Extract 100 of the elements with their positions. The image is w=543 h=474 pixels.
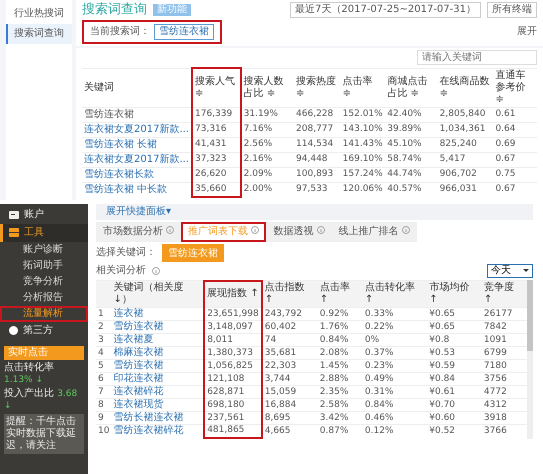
table-cell: 31.19% [240,107,294,122]
table-cell: ¥0.65 [427,320,482,334]
nav-item[interactable]: 账户 [0,206,88,224]
table-cell: 120.06% [340,182,386,196]
keyword-cell[interactable]: 连衣裙现货 [111,398,204,412]
nav-label: 账户 [24,208,44,220]
table-cell: 4,665 [262,424,318,438]
realtime-header: 实时点击 [4,346,84,360]
column-header[interactable]: 竞争度 ↑ [482,280,528,308]
table-cell: 0.49% [362,372,428,386]
table-cell: 41,431 [192,137,241,152]
column-header[interactable]: 商城点击占比 ≑ [385,68,438,107]
column-header[interactable]: 在线商品数 ≑ [438,68,494,107]
table-cell: 141.43% [340,137,386,152]
column-header[interactable]: 点击指数 ↑ [262,280,318,308]
column-header[interactable]: 搜索人气 ≑ [192,68,241,107]
keyword-cell: 雪纺连衣裙 [82,107,192,122]
table-cell: 121,108 [204,372,262,386]
table-cell: 97,533 [294,182,341,196]
table-cell: 176,339 [192,107,241,122]
search-field[interactable]: 请输入关键词 [417,50,537,65]
table-cell: 40.57% [385,182,438,196]
table-cell: 825,240 [438,137,494,152]
table-cell: 2.56% [240,137,294,152]
keyword-cell[interactable]: 印花连衣裙 [111,372,204,386]
table-cell: 2,805,840 [438,107,494,122]
keyword-cell[interactable]: 棉麻连衣裙 [111,346,204,360]
column-header[interactable]: 点击率 ≑ [340,68,386,107]
table-cell: 2.35% [318,386,363,398]
info-icon[interactable] [152,266,160,274]
info-icon[interactable] [251,226,260,234]
nav-item[interactable]: 拓词助手 [0,258,88,274]
table-cell: 1,056,825 [204,360,262,372]
table-cell: 0.87% [318,424,363,438]
period-select[interactable]: 今天 [487,264,533,278]
nav-item[interactable]: 分析报告 [0,290,88,306]
table-cell: 0.92% [318,308,363,320]
keyword-cell[interactable]: 连衣裙 [111,308,204,320]
table-cell: 1.76% [318,320,363,334]
table-cell: 15,059 [262,386,318,398]
column-header[interactable]: 直通车参考价 ≑ [493,68,537,107]
nav-label: 第三方 [23,324,53,336]
sidebar-item[interactable]: 搜索词查询 [6,24,72,44]
keyword-cell[interactable]: 雪纺连衣裙 [111,320,204,334]
table-cell: 0.37% [362,346,428,360]
nav-item[interactable]: 账户诊断 [0,242,88,258]
nav-item[interactable]: 流量解析 [0,306,88,322]
keyword-cell[interactable]: 雪纺连衣裙 中长款 [82,182,192,196]
keyword-cell[interactable]: 雪纺连衣裙 长裙 [82,137,192,152]
info-icon[interactable] [402,226,410,234]
keyword-cell[interactable]: 连衣裙碎花 [111,386,204,398]
keyword-cell[interactable]: 雪纺连衣裙 [111,360,204,372]
tab[interactable]: 数据透视 [266,222,332,242]
column-header[interactable]: 市场均价 ↑ [427,280,482,308]
quick-panel-link[interactable]: 展开快捷面板▾ [96,204,533,220]
column-header[interactable]: 搜索人数占比 ≑ [240,68,294,107]
table-cell: 0.75 [493,167,537,182]
table-cell: ¥0.70 [427,398,482,412]
table-cell: 22,303 [262,360,318,372]
nav-label: 工具 [24,226,44,238]
info-icon[interactable] [166,226,174,234]
term-tag[interactable]: 雪纺连衣裙 [154,24,214,40]
nav-item[interactable]: 竞争分析 [0,274,88,290]
table-cell: 2.09% [240,167,294,182]
column-header[interactable]: 搜索热度 ≑ [294,68,341,107]
nav-item[interactable]: 工具 [0,224,88,242]
table-cell: 5,417 [438,152,494,167]
rank-cell: 6 [96,372,112,386]
keyword-cell[interactable]: 连衣裙女夏2017新款... [82,152,192,167]
table-cell: 143.10% [340,122,386,137]
terminal-select[interactable]: 所有终端 [487,2,537,18]
nav-item[interactable]: 第三方 [0,322,88,340]
column-header[interactable]: 点击率 ↑ [318,280,363,308]
scrollbar[interactable] [527,280,533,438]
tab[interactable]: 线上推广排名 [332,222,417,242]
nav-label: 竞争分析 [23,276,63,288]
nav-label: 分析报告 [23,292,63,304]
rank-cell: 3 [96,334,112,346]
column-header[interactable]: 展现指数 ↑ [204,280,262,308]
table-cell: 2.58% [318,398,363,412]
column-header[interactable]: 点击转化率 ↑ [362,280,428,308]
notice-text: 提醒：千牛点击实时数据下载延迟，请关注 [4,414,84,454]
keyword-cell[interactable]: 连衣裙女夏2017新款... [82,122,192,137]
keyword-cell[interactable]: 雪纺连衣裙碎花 [111,424,204,438]
keyword-cell[interactable]: 雪纺连衣裙长款 [82,167,192,182]
table-cell: 3.42% [318,412,363,424]
expand-link[interactable]: 展开 [517,26,537,38]
table-cell: 966,031 [438,182,494,196]
keyword-cell[interactable]: 雪纺长裙连衣裙 [111,412,204,424]
column-header[interactable]: 关键词（相关度↓） [111,280,204,308]
column-header[interactable]: 关键词 [82,68,192,107]
info-icon[interactable] [316,226,325,234]
table-cell: 906,702 [438,167,494,182]
table-cell: 8,695 [262,412,318,424]
table-cell: 3,148,097 [204,320,262,334]
tab[interactable]: 市场数据分析 [96,222,182,242]
date-range-field[interactable]: 最近7天（2017-07-25~2017-07-31） [290,2,481,18]
keyword-cell[interactable]: 连衣裙夏 [111,334,204,346]
table-cell: 42.40% [385,107,438,122]
table-cell: ¥0.60 [427,412,482,424]
